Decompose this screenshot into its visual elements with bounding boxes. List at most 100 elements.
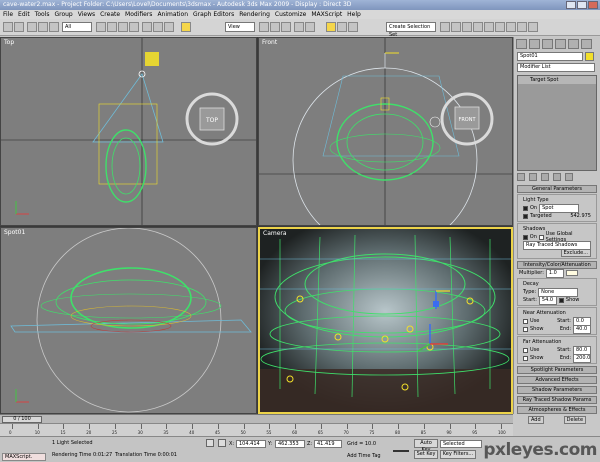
redo-icon[interactable] — [14, 22, 24, 32]
keyboard-shortcut-icon[interactable] — [281, 22, 291, 32]
configure-sets-icon[interactable] — [565, 173, 573, 181]
percent-snap-icon[interactable] — [326, 22, 336, 32]
menu-group[interactable]: Group — [54, 10, 72, 19]
object-color-swatch[interactable] — [585, 52, 594, 61]
snaps-toggle-icon[interactable] — [294, 22, 304, 32]
schematic-view-icon[interactable] — [484, 22, 494, 32]
menu-file[interactable]: File — [3, 10, 13, 19]
far-use-checkbox[interactable] — [523, 347, 528, 353]
modifier-stack[interactable]: Target Spot — [517, 75, 597, 171]
decay-start-spinner[interactable]: 54.0 — [538, 295, 557, 305]
track-bar[interactable]: 0 10 15 20 25 30 35 40 45 50 55 60 65 70 75 80 85 90 95 100 — [0, 423, 513, 436]
menu-views[interactable]: Views — [78, 10, 95, 19]
exclude-button[interactable]: Exclude... — [560, 249, 591, 257]
set-key-button[interactable]: Set Key — [414, 450, 438, 459]
viewport-camera[interactable]: Camera — [258, 227, 513, 414]
z-coordinate-field[interactable]: 41.419 — [314, 440, 342, 448]
menu-customize[interactable]: Customize — [275, 10, 307, 19]
unlink-icon[interactable] — [38, 22, 48, 32]
close-icon[interactable] — [588, 1, 598, 9]
rectangular-selection-icon[interactable] — [118, 22, 128, 32]
near-end-spinner[interactable]: 40.0 — [573, 324, 591, 334]
light-color-swatch[interactable] — [565, 270, 578, 276]
targeted-checkbox[interactable] — [523, 213, 528, 219]
make-unique-icon[interactable] — [541, 173, 549, 181]
material-editor-icon[interactable] — [495, 22, 505, 32]
viewport-top[interactable]: Top TOP — [0, 37, 257, 226]
viewport-front[interactable]: Front FRONT — [258, 37, 513, 226]
far-show-checkbox[interactable] — [523, 355, 528, 361]
time-slider[interactable]: 0 / 100 — [2, 416, 42, 423]
menu-edit[interactable]: Edit — [18, 10, 30, 19]
modify-tab-icon[interactable] — [529, 39, 540, 49]
window-crossing-icon[interactable] — [129, 22, 139, 32]
remove-modifier-icon[interactable] — [553, 173, 561, 181]
named-selection-edit-icon[interactable] — [348, 22, 358, 32]
menu-modifiers[interactable]: Modifiers — [125, 10, 152, 19]
rollout-spotlight-parameters[interactable]: Spotlight Parameters — [517, 366, 597, 374]
bind-space-warp-icon[interactable] — [49, 22, 59, 32]
manipulate-icon[interactable] — [270, 22, 280, 32]
object-name-field[interactable]: Spot01 — [517, 52, 583, 61]
lock-selection-icon[interactable] — [206, 439, 214, 447]
menu-help[interactable]: Help — [347, 10, 361, 19]
named-selection-set-select[interactable]: Create Selection Set — [386, 22, 436, 38]
auto-key-button[interactable]: Auto Key — [414, 439, 438, 453]
stack-item-target-spot[interactable]: Target Spot — [518, 76, 596, 84]
rollout-atmospheres-effects[interactable]: Atmospheres & Effects — [517, 406, 597, 414]
select-and-scale-icon[interactable] — [164, 22, 174, 32]
undo-icon[interactable] — [3, 22, 13, 32]
select-object-icon[interactable] — [96, 22, 106, 32]
rollout-advanced-effects[interactable]: Advanced Effects — [517, 376, 597, 384]
viewport-label-camera[interactable]: Camera — [263, 230, 287, 237]
selection-filter-select[interactable]: All — [62, 22, 92, 32]
menu-create[interactable]: Create — [100, 10, 120, 19]
angle-snap-icon[interactable] — [305, 22, 315, 32]
near-show-checkbox[interactable] — [523, 326, 528, 332]
key-mode-select[interactable]: Selected — [440, 440, 482, 448]
rendered-frame-window-icon[interactable] — [517, 22, 527, 32]
menu-tools[interactable]: Tools — [35, 10, 50, 19]
pivot-center-icon[interactable] — [259, 22, 269, 32]
select-by-name-icon[interactable] — [107, 22, 117, 32]
add-effect-button[interactable]: Add — [527, 415, 544, 424]
light-on-checkbox[interactable] — [523, 205, 528, 211]
rollout-shadow-parameters[interactable]: Shadow Parameters — [517, 386, 597, 394]
key-icon[interactable] — [393, 446, 409, 452]
key-filters-button[interactable]: Key Filters... — [440, 450, 476, 459]
layer-manager-icon[interactable] — [462, 22, 472, 32]
hierarchy-tab-icon[interactable] — [542, 39, 553, 49]
utilities-tab-icon[interactable] — [581, 39, 592, 49]
modifier-list-select[interactable]: Modifier List — [517, 63, 595, 72]
viewport-label-spot[interactable]: Spot01 — [4, 229, 25, 236]
light-type-select[interactable]: Spot — [539, 203, 580, 213]
decay-show-checkbox[interactable] — [558, 297, 564, 303]
curve-editor-icon[interactable] — [473, 22, 483, 32]
near-use-checkbox[interactable] — [523, 318, 528, 324]
select-and-rotate-icon[interactable] — [153, 22, 163, 32]
render-production-icon[interactable] — [528, 22, 538, 32]
y-coordinate-field[interactable]: 462.353 — [275, 440, 305, 448]
x-coordinate-field[interactable]: 104.414 — [236, 440, 266, 448]
motion-tab-icon[interactable] — [555, 39, 566, 49]
maxscript-listener[interactable]: MAXScript. — [2, 453, 46, 461]
reference-coordinate-select[interactable]: View — [225, 22, 255, 32]
viewport-spot01[interactable]: Spot01 — [0, 227, 257, 414]
viewport-label-front[interactable]: Front — [262, 39, 277, 46]
link-icon[interactable] — [27, 22, 37, 32]
transform-gizmo-icon[interactable] — [181, 22, 191, 32]
show-end-result-icon[interactable] — [529, 173, 537, 181]
select-and-move-icon[interactable] — [142, 22, 152, 32]
pin-stack-icon[interactable] — [517, 173, 525, 181]
absolute-mode-icon[interactable] — [218, 439, 226, 447]
menu-graph-editors[interactable]: Graph Editors — [193, 10, 234, 19]
shadows-on-checkbox[interactable] — [523, 234, 528, 240]
create-tab-icon[interactable] — [516, 39, 527, 49]
viewport-label-top[interactable]: Top — [4, 39, 14, 46]
delete-effect-button[interactable]: Delete — [563, 415, 587, 424]
use-global-settings-checkbox[interactable] — [538, 234, 544, 240]
far-end-spinner[interactable]: 200.0 — [573, 353, 591, 363]
minimize-icon[interactable] — [566, 1, 576, 9]
render-setup-icon[interactable] — [506, 22, 516, 32]
rollout-ray-traced-shadow-params[interactable]: Ray Traced Shadow Params — [517, 396, 597, 404]
